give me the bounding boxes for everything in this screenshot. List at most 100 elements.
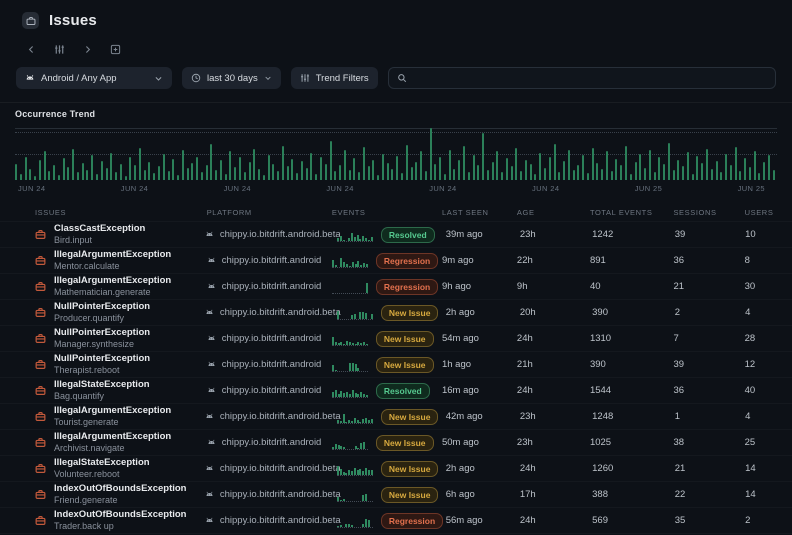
search-input[interactable] — [413, 73, 767, 84]
sparkline-bar — [366, 283, 368, 293]
trend-bar — [492, 162, 494, 180]
prev-page-button[interactable] — [24, 42, 38, 56]
app-selector-dropdown[interactable]: Android / Any App — [16, 67, 172, 89]
trend-bar — [148, 162, 150, 180]
trend-bar — [739, 171, 741, 180]
issue-name: ClassCastException — [54, 223, 145, 235]
next-page-button[interactable] — [80, 42, 94, 56]
last-seen-value: 54m ago — [442, 333, 517, 344]
trend-bar — [39, 160, 41, 180]
table-row[interactable]: NullPointerException Therapist.reboot ch… — [0, 351, 792, 377]
issue-subtitle: Bag.quantify — [54, 391, 150, 402]
trend-bar — [387, 163, 389, 180]
trend-filters-button[interactable]: Trend Filters — [291, 67, 378, 89]
sliders-icon[interactable] — [52, 42, 66, 56]
sparkline-bar — [362, 419, 364, 423]
sparkline-bar — [355, 446, 357, 449]
table-row[interactable]: IllegalArgumentException Mentor.calculat… — [0, 247, 792, 273]
trend-bar — [306, 168, 308, 180]
total-events-value: 569 — [592, 515, 675, 526]
events-sparkline — [332, 384, 368, 398]
issues-table: Issues Platform Events Last Seen Age Tot… — [0, 203, 792, 535]
users-value: 40 — [745, 385, 792, 396]
trend-bar — [139, 148, 141, 180]
trend-bar — [15, 164, 17, 180]
col-header-sessions[interactable]: Sessions — [673, 208, 744, 217]
events-sparkline — [337, 410, 373, 424]
col-header-age[interactable]: Age — [517, 208, 590, 217]
table-row[interactable]: NullPointerException Manager.synthesize … — [0, 325, 792, 351]
sparkline-bar — [335, 265, 337, 267]
col-header-platform[interactable]: Platform — [207, 208, 332, 217]
col-header-users[interactable]: Users — [745, 208, 792, 217]
table-row[interactable]: IndexOutOfBoundsException Friend.generat… — [0, 481, 792, 507]
sparkline-bar — [340, 525, 342, 527]
table-row[interactable]: IndexOutOfBoundsException Trader.back up… — [0, 507, 792, 533]
table-row[interactable]: IllegalStateException Volunteer.reboot c… — [0, 455, 792, 481]
col-header-events[interactable]: Events — [332, 208, 442, 217]
trend-bar — [363, 147, 365, 180]
age-value: 23h — [520, 229, 592, 240]
table-body: ClassCastException Bird.input chippy.io.… — [0, 221, 792, 535]
trend-bar — [282, 146, 284, 180]
trend-bar — [658, 157, 660, 180]
col-header-issues[interactable]: Issues — [33, 208, 207, 217]
col-header-total-events[interactable]: Total Events — [590, 208, 673, 217]
sparkline-bar — [335, 342, 337, 345]
android-icon — [205, 412, 214, 421]
issue-subtitle: Archivist.navigate — [54, 443, 171, 454]
last-seen-value: 1h ago — [442, 359, 517, 370]
sessions-value: 38 — [673, 437, 744, 448]
table-row[interactable]: IllegalArgumentException Tourist.generat… — [0, 403, 792, 429]
briefcase-crash-icon — [35, 229, 46, 240]
time-range-dropdown[interactable]: last 30 days — [182, 67, 281, 89]
trend-bar — [239, 157, 241, 180]
trend-bar — [210, 144, 212, 180]
sparkline-bar — [359, 312, 361, 319]
trend-bar — [368, 166, 370, 180]
trend-title: Occurrence Trend — [15, 109, 777, 119]
col-header-last-seen[interactable]: Last Seen — [442, 208, 517, 217]
briefcase-crash-icon — [35, 255, 46, 266]
table-row[interactable]: IllegalArgumentException Archivist.navig… — [0, 429, 792, 455]
trend-bar — [77, 172, 79, 180]
trend-bar — [53, 165, 55, 180]
sparkline-bar — [366, 264, 368, 267]
table-row[interactable]: IllegalStateException Bag.quantify chipp… — [0, 377, 792, 403]
search-box[interactable] — [388, 67, 776, 89]
issue-subtitle: Friend.generate — [54, 495, 186, 506]
trend-bar — [773, 170, 775, 180]
trend-bar — [277, 171, 279, 180]
sparkline-bar — [338, 445, 340, 449]
sparkline-bar — [355, 344, 357, 345]
platform-label: chippy.io.bitdrift.android — [222, 281, 322, 292]
age-value: 17h — [520, 489, 592, 500]
chevron-down-icon — [264, 74, 272, 82]
trend-bar — [554, 144, 556, 180]
trend-bar — [487, 170, 489, 180]
sparkline-bar — [351, 525, 353, 527]
sparkline-bar — [343, 499, 345, 501]
trend-bar — [272, 164, 274, 180]
table-row[interactable]: ClassCastException Bird.input chippy.io.… — [0, 221, 792, 247]
trend-bar — [592, 148, 594, 180]
issue-subtitle: Manager.synthesize — [54, 339, 150, 350]
last-seen-value: 42m ago — [446, 411, 520, 422]
trend-bar — [86, 170, 88, 180]
sparkline-bar — [360, 343, 362, 345]
add-view-button[interactable] — [108, 42, 122, 56]
trend-bar — [458, 160, 460, 180]
trend-bar — [44, 151, 46, 180]
trend-bar — [182, 150, 184, 180]
table-row[interactable]: NullPointerException Producer.quantify c… — [0, 299, 792, 325]
users-value: 14 — [745, 489, 792, 500]
trend-bar — [158, 166, 160, 180]
issue-subtitle: Bird.input — [54, 235, 145, 246]
trend-chart[interactable] — [15, 128, 777, 180]
events-sparkline — [337, 228, 373, 242]
trend-bar — [568, 150, 570, 180]
sparkline-bar — [363, 263, 365, 267]
trend-bar — [263, 175, 265, 180]
users-value: 8 — [745, 255, 792, 266]
table-row[interactable]: IllegalArgumentException Mathematician.g… — [0, 273, 792, 299]
